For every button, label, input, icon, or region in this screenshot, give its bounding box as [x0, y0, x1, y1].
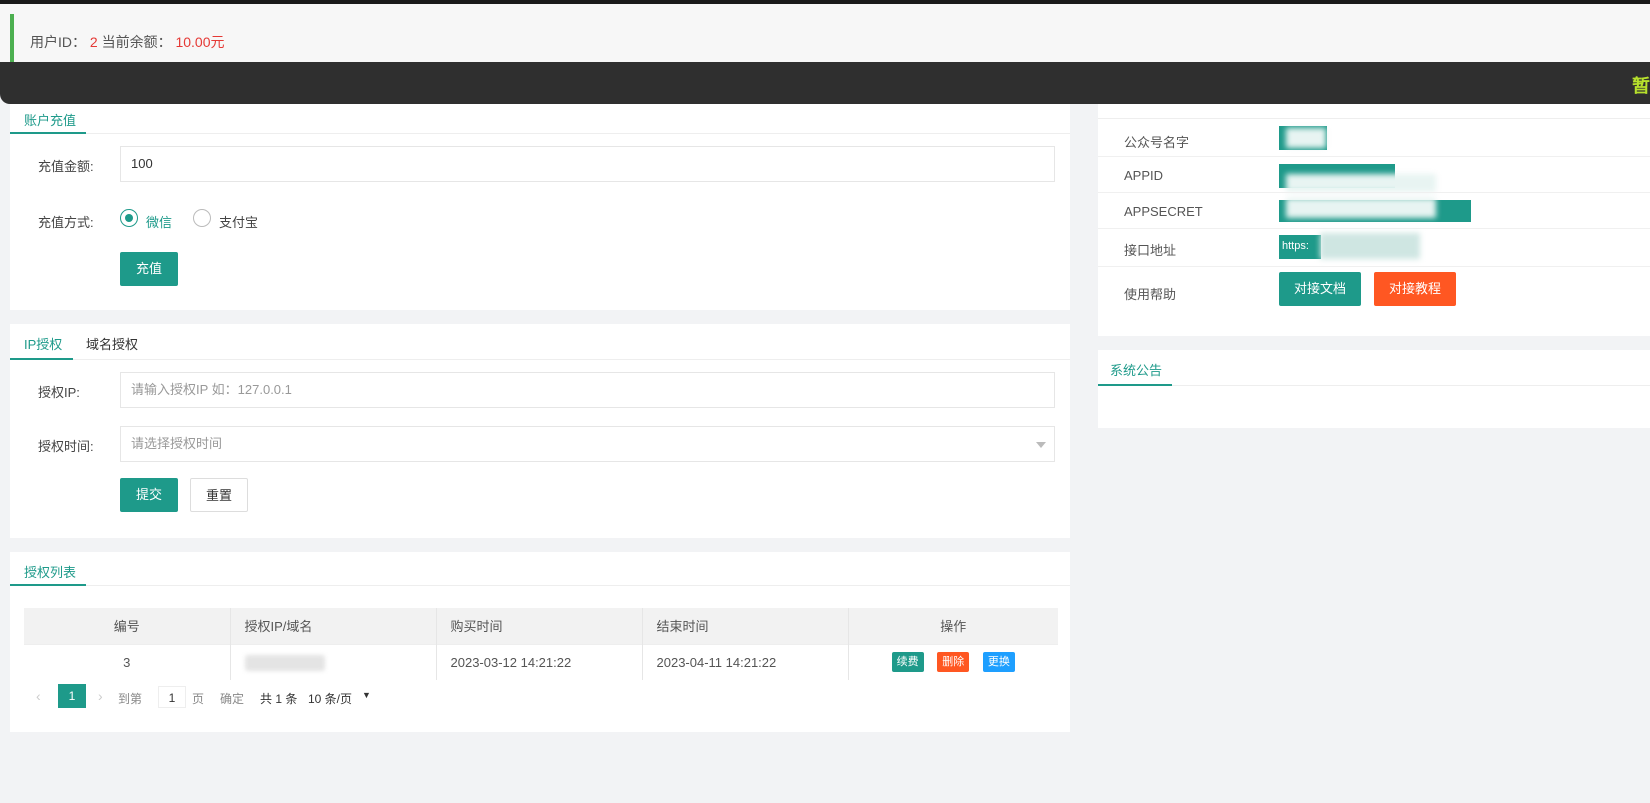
- cell-buy-time: 2023-03-12 14:21:22: [436, 643, 643, 680]
- label-appsecret: APPSECRET: [1124, 204, 1203, 219]
- col-buy-time: 购买时间: [436, 608, 643, 644]
- authorize-list-panel: 授权列表 编号 授权IP/域名 购买时间 结束时间 操作 3 2023-03-1…: [10, 552, 1070, 732]
- next-page-icon[interactable]: ›: [98, 688, 103, 704]
- redacted-blur: [1320, 233, 1420, 259]
- announcement-panel: 系统公告: [1098, 350, 1650, 428]
- divider: [1098, 192, 1650, 193]
- redacted-domain: [244, 654, 325, 671]
- accent-stripe: [10, 14, 14, 66]
- redacted-blur: [1286, 198, 1436, 218]
- change-button[interactable]: 更换: [982, 652, 1015, 673]
- divider: [1098, 228, 1650, 229]
- label-api-url: 接口地址: [1124, 243, 1177, 258]
- divider: [1098, 266, 1650, 267]
- goto-confirm-button[interactable]: 确定: [220, 690, 244, 707]
- col-id: 编号: [24, 608, 231, 644]
- list-tab-header: 授权列表: [10, 552, 1070, 586]
- radio-alipay-label[interactable]: 支付宝: [219, 212, 258, 231]
- delete-button[interactable]: 删除: [937, 652, 970, 673]
- config-panel: 公众号名字 APPID APPSECRET 接口地址 https: 使用帮助 对…: [1098, 104, 1650, 336]
- label-help: 使用帮助: [1124, 287, 1177, 302]
- radio-wechat-label[interactable]: 微信: [146, 212, 172, 231]
- divider: [1098, 156, 1650, 157]
- tab-recharge[interactable]: 账户充值: [24, 110, 76, 129]
- tab-domain-authorize[interactable]: 域名授权: [86, 334, 138, 353]
- recharge-tab-header: 账户充值: [10, 104, 1070, 134]
- label-account-name: 公众号名字: [1124, 135, 1190, 150]
- page-size-select[interactable]: 10 条/页: [308, 690, 352, 707]
- user-info: 用户ID： 2 当前余额： 10.00元: [30, 32, 225, 52]
- pagination: ‹ 1 › 到第 1 页 确定 共 1 条 10 条/页 ▼: [24, 684, 1058, 712]
- top-info-bar: 用户ID： 2 当前余额： 10.00元: [0, 0, 1650, 66]
- tab-underline: [10, 358, 73, 360]
- col-actions: 操作: [848, 608, 1058, 644]
- submit-button[interactable]: 提交: [120, 478, 178, 512]
- total-count: 共 1 条: [260, 692, 298, 706]
- authorize-table: 编号 授权IP/域名 购买时间 结束时间 操作 3 2023-03-12 14:…: [24, 608, 1058, 680]
- user-id-value: 2: [89, 34, 98, 50]
- ip-input[interactable]: 请输入授权IP 如：127.0.0.1: [120, 372, 1055, 408]
- time-select[interactable]: 请选择授权时间: [120, 426, 1055, 462]
- recharge-button[interactable]: 充值: [120, 252, 178, 286]
- chevron-down-icon: [1036, 442, 1046, 448]
- announcement-tab-header: 系统公告: [1098, 350, 1650, 386]
- tab-authorize-list[interactable]: 授权列表: [24, 562, 76, 581]
- divider: [1098, 118, 1650, 119]
- reset-button[interactable]: 重置: [190, 478, 248, 512]
- api-url-value: https:: [1279, 235, 1321, 259]
- cell-actions: 续费 删除 更换: [848, 643, 1058, 680]
- renew-button[interactable]: 续费: [891, 652, 924, 673]
- label-appid: APPID: [1124, 168, 1164, 183]
- scrolling-notice: 暂: [1632, 76, 1650, 96]
- page-unit: 页: [192, 692, 205, 706]
- tab-underline: [10, 584, 86, 586]
- notice-bar: 暂: [0, 62, 1650, 104]
- api-docs-button[interactable]: 对接文档: [1279, 272, 1361, 306]
- api-tutorial-button[interactable]: 对接教程: [1374, 272, 1456, 306]
- page-1-button[interactable]: 1: [58, 684, 86, 708]
- cell-end-time: 2023-04-11 14:21:22: [642, 643, 849, 680]
- prev-page-icon[interactable]: ‹: [36, 688, 41, 704]
- radio-alipay[interactable]: [193, 209, 211, 227]
- goto-input[interactable]: 1: [158, 686, 186, 708]
- radio-wechat[interactable]: [120, 209, 138, 227]
- amount-input[interactable]: 100: [120, 146, 1055, 182]
- table-row: 3 2023-03-12 14:21:22 2023-04-11 14:21:2…: [24, 643, 1058, 680]
- redacted-blur: [1286, 128, 1326, 148]
- cell-domain: [230, 643, 437, 680]
- balance-label: 当前余额：: [101, 34, 172, 50]
- redacted-blur: [1286, 174, 1436, 192]
- tab-underline: [10, 132, 86, 134]
- col-domain: 授权IP/域名: [230, 608, 437, 644]
- authorize-panel: IP授权 域名授权 授权IP: 请输入授权IP 如：127.0.0.1 授权时间…: [10, 324, 1070, 538]
- method-label: 充值方式:: [38, 215, 94, 230]
- api-url-prefix: https:: [1282, 240, 1309, 252]
- col-end-time: 结束时间: [642, 608, 849, 644]
- user-id-label: 用户ID：: [30, 34, 86, 50]
- amount-label: 充值金额:: [38, 159, 94, 174]
- tab-underline: [1098, 384, 1172, 386]
- tab-ip-authorize[interactable]: IP授权: [24, 334, 62, 353]
- table-header-row: 编号 授权IP/域名 购买时间 结束时间 操作: [24, 608, 1058, 644]
- time-label: 授权时间:: [38, 439, 94, 454]
- cell-id: 3: [24, 643, 231, 680]
- recharge-panel: 账户充值 充值金额: 100 充值方式: 微信 支付宝 充值: [10, 104, 1070, 310]
- balance-value: 10.00元: [175, 34, 225, 50]
- page-size-caret-icon: ▼: [362, 690, 371, 700]
- goto-label: 到第: [118, 692, 143, 706]
- tab-announcement[interactable]: 系统公告: [1110, 360, 1162, 379]
- authorize-tab-header: IP授权 域名授权: [10, 324, 1070, 360]
- ip-label: 授权IP:: [38, 385, 80, 400]
